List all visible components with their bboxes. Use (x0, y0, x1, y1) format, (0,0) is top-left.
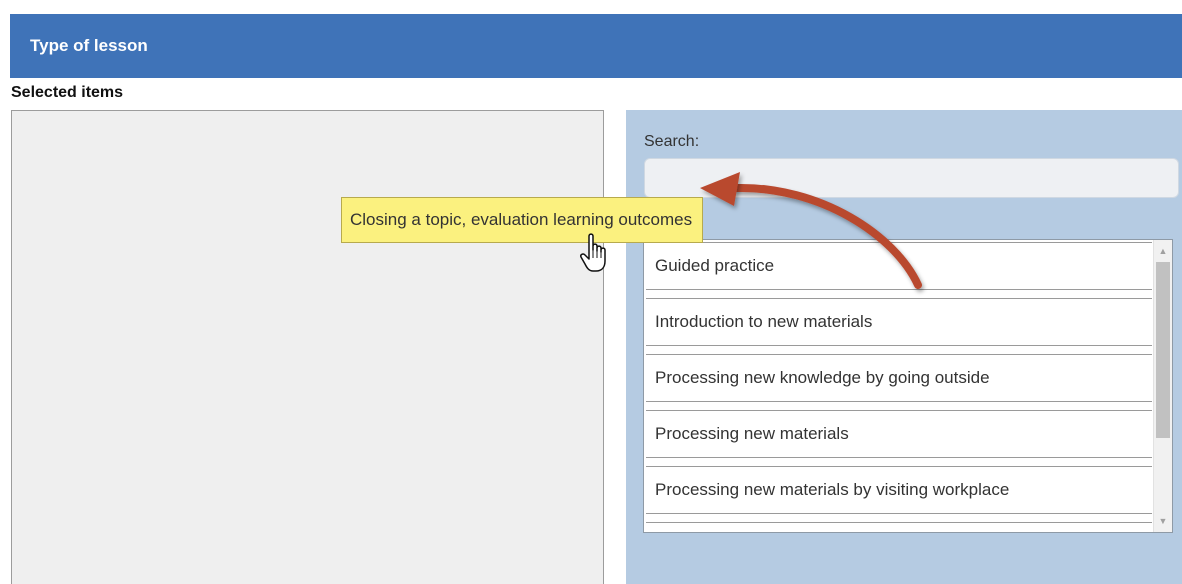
list-item[interactable]: Processing new materials (646, 410, 1152, 458)
scroll-up-icon[interactable]: ▲ (1154, 242, 1172, 260)
hand-pointer-icon (580, 233, 606, 272)
section-title: Type of lesson (30, 36, 148, 55)
list-item[interactable]: Processing new materials by visiting wor… (646, 466, 1152, 514)
list-item[interactable]: Guided practice (646, 242, 1152, 290)
search-label: Search: (644, 133, 700, 150)
search-input[interactable] (644, 158, 1179, 198)
tooltip-text: Closing a topic, evaluation learning out… (350, 210, 693, 229)
section-header: Type of lesson (10, 14, 1182, 78)
list-item[interactable]: Introduction to new materials (646, 298, 1152, 346)
scroll-thumb[interactable] (1156, 262, 1170, 438)
drag-tooltip: Closing a topic, evaluation learning out… (341, 197, 704, 243)
scroll-down-icon[interactable]: ▼ (1154, 512, 1172, 530)
lesson-type-page: Type of lesson Selected items Search: Gu… (0, 0, 1182, 584)
available-items-list[interactable]: Guided practice Introduction to new mate… (643, 239, 1173, 533)
selected-items-label: Selected items (11, 84, 124, 101)
list-scrollbar[interactable]: ▲ ▼ (1153, 240, 1172, 532)
list-item[interactable]: Processing new knowledge by going outsid… (646, 354, 1152, 402)
list-item-partial[interactable] (646, 522, 1152, 532)
selected-items-dropzone[interactable] (11, 110, 604, 584)
